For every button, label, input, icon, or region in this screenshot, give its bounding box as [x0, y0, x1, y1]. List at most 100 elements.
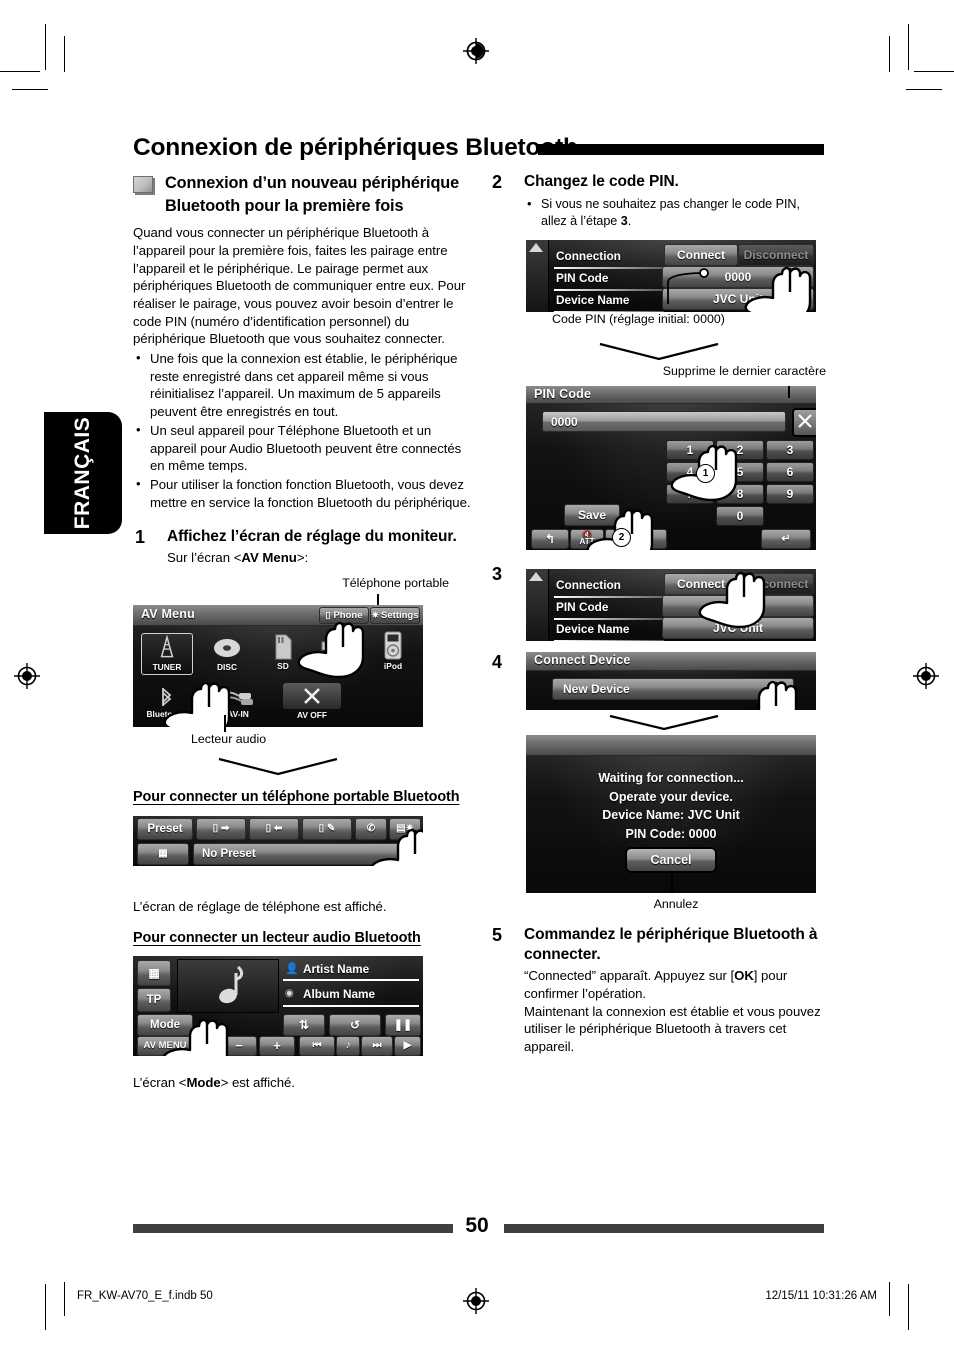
- leader-line: [671, 870, 673, 893]
- source-av-in[interactable]: AV-IN: [203, 687, 273, 719]
- crop-mark: [906, 89, 942, 90]
- pin-titlebar: PIN Code: [526, 385, 816, 404]
- list-button[interactable]: ▦: [137, 959, 171, 986]
- page-rule-right: [504, 1224, 824, 1233]
- preset-button-label: Preset: [147, 822, 183, 835]
- connect-button-label: Connect: [677, 576, 725, 591]
- volume-down-button[interactable]: −: [221, 1035, 257, 1056]
- keypad-button[interactable]: ▦: [137, 842, 189, 865]
- connect-button[interactable]: Connect: [664, 243, 738, 266]
- phone-send-button[interactable]: ▯ ➡: [196, 817, 246, 840]
- source-ipod[interactable]: iPod: [371, 631, 415, 671]
- previous-track-button[interactable]: ⏮: [299, 1035, 335, 1056]
- key-0[interactable]: 0: [716, 505, 764, 526]
- album-name: Album Name: [303, 986, 376, 1001]
- pin-title: PIN Code: [534, 386, 592, 401]
- source-av-off[interactable]: AV OFF: [283, 683, 341, 720]
- crop-mark: [914, 71, 954, 72]
- leader-line: [788, 385, 790, 398]
- person-icon: 👤: [285, 962, 299, 975]
- callout-delete-char: Supprime le dernier caractère: [662, 363, 826, 378]
- step-subtitle-bold: AV Menu: [241, 550, 297, 566]
- registration-mark: [14, 663, 40, 689]
- key-5[interactable]: 5: [716, 461, 764, 482]
- note-mode-pre: L’écran <: [133, 1074, 187, 1090]
- source-sd[interactable]: SD: [261, 633, 305, 671]
- phone-edit-button[interactable]: ▯ ✎: [302, 817, 352, 840]
- waiting-screenshot: Waiting for connection... Operate your d…: [526, 734, 816, 893]
- connect-device-title: Connect Device: [534, 652, 631, 667]
- intro-paragraph: Quand vous connecter un périphérique Blu…: [133, 225, 466, 347]
- shuffle-button[interactable]: ⇅: [283, 1013, 325, 1036]
- key-2[interactable]: 2: [716, 439, 764, 460]
- key-3[interactable]: 3: [766, 439, 814, 460]
- registration-mark: [463, 38, 489, 64]
- phone-settings-button[interactable]: ▤✷: [389, 817, 421, 840]
- settings-button-label: Settings: [381, 610, 419, 622]
- step-title: Affichez l’écran de réglage du moniteur.: [167, 528, 457, 546]
- note-mode-screen: L’écran <Mode> est affiché.: [133, 1074, 477, 1092]
- exit-button[interactable]: ↵: [761, 528, 811, 549]
- left-column: Connexion d’un nouveau périphérique Blue…: [133, 172, 477, 1091]
- phone-button[interactable]: ▯ Phone: [319, 607, 369, 625]
- source-tuner[interactable]: TUNER: [141, 633, 193, 676]
- source-label: iPod: [383, 661, 403, 672]
- clear-char-button[interactable]: [792, 407, 816, 437]
- volume-up-button[interactable]: +: [259, 1035, 295, 1056]
- av-menu-screenshot: AV Menu ▯ Phone ✷ Settings TUNER DISC SD…: [133, 605, 423, 728]
- key-label: 1: [686, 442, 694, 457]
- source-bluetooth[interactable]: Bluetooth: [141, 685, 191, 719]
- device-name-value-button[interactable]: JVC Unit: [662, 616, 814, 639]
- row-label: PIN Code: [556, 599, 609, 614]
- phone-call-button[interactable]: ✆: [355, 817, 387, 840]
- waiting-line-4: PIN Code: 0000: [625, 827, 717, 842]
- key-1[interactable]: 1: [666, 439, 714, 460]
- cancel-button[interactable]: Cancel: [625, 846, 717, 873]
- no-preset-field[interactable]: No Preset: [193, 842, 419, 865]
- mode-button[interactable]: Mode: [137, 1013, 193, 1036]
- key-8[interactable]: 8: [716, 483, 764, 504]
- av-menu-button[interactable]: AV MENU: [137, 1035, 193, 1056]
- next-track-button[interactable]: ⏭: [361, 1035, 393, 1056]
- page-rule-left: [133, 1224, 453, 1233]
- crop-mark: [908, 24, 909, 70]
- play-button[interactable]: ▶: [394, 1035, 421, 1056]
- music-note-button[interactable]: ♪: [336, 1035, 360, 1056]
- footer-filename: FR_KW-AV70_E_f.indb 50: [77, 1290, 213, 1302]
- key-label: 5: [736, 464, 744, 479]
- save-button[interactable]: Save: [564, 503, 620, 526]
- disc-icon: ◉: [285, 987, 294, 999]
- heading-connect-phone: Pour connecter un téléphone portable Blu…: [133, 789, 460, 806]
- settings-button[interactable]: ✷ Settings: [370, 607, 420, 625]
- preset-button[interactable]: Preset: [137, 817, 193, 840]
- table-row: Device Name JVC Unit: [526, 615, 816, 641]
- step-title: Changez le code PIN.: [524, 173, 679, 190]
- phone-receive-button[interactable]: ▯ ⬅: [249, 817, 299, 840]
- pin-code-value-button[interactable]: 000: [662, 594, 814, 617]
- step-subtitle-post: >:: [296, 550, 309, 566]
- waiting-titlebar: [526, 734, 816, 756]
- new-device-button[interactable]: New Device: [552, 677, 794, 700]
- section-subheading: Connexion d’un nouveau périphérique Blue…: [133, 172, 477, 217]
- disconnect-button[interactable]: Disconnect: [738, 572, 814, 595]
- key-7[interactable]: 7: [666, 483, 714, 504]
- source-usb[interactable]: USB: [316, 635, 362, 669]
- av-menu-title: AV Menu: [141, 607, 195, 622]
- key-9[interactable]: 9: [766, 483, 814, 504]
- att-button[interactable]: 🔇 ATT: [570, 528, 604, 549]
- repeat-button[interactable]: ↺: [329, 1013, 381, 1036]
- back-button[interactable]: ↰: [531, 528, 569, 549]
- step-body-a: “Connected” apparaît. Appuyez sur [OK] p…: [524, 967, 826, 1002]
- note-phone-screen: L’écran de réglage de téléphone est affi…: [133, 898, 387, 914]
- tp-button[interactable]: TP: [137, 987, 171, 1012]
- pin-input-field[interactable]: 0000: [542, 410, 786, 432]
- key-6[interactable]: 6: [766, 461, 814, 482]
- source-disc[interactable]: DISC: [203, 635, 251, 672]
- pause-button[interactable]: ❚❚: [385, 1013, 421, 1036]
- note-bold: 3: [620, 214, 628, 229]
- body-a-pre: “Connected” apparaît. Appuyez sur [: [524, 968, 735, 984]
- crop-mark: [12, 89, 48, 90]
- connect-button[interactable]: Connect: [664, 572, 738, 595]
- callout-pin-code: Code PIN (réglage initial: 0000): [552, 311, 725, 326]
- disconnect-button[interactable]: Disconnect: [738, 243, 814, 266]
